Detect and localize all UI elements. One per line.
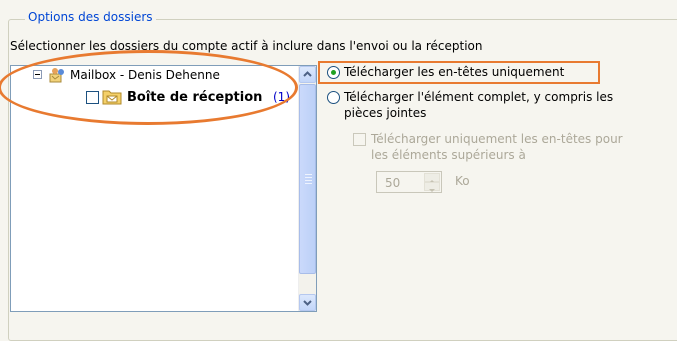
grip-line — [305, 177, 312, 178]
radio-full-item[interactable] — [327, 91, 340, 104]
scroll-down-button[interactable] — [299, 294, 316, 311]
radio-headers-only[interactable] — [327, 66, 340, 79]
chevron-down-icon — [303, 300, 312, 306]
scroll-thumb[interactable] — [299, 84, 316, 274]
spinner-down-button[interactable] — [424, 182, 440, 192]
mailbox-icon — [49, 68, 64, 83]
folder-tree[interactable]: Mailbox - Denis Dehenne Boîte de récepti… — [10, 65, 317, 312]
spinner-up-button[interactable] — [424, 173, 440, 183]
tree-item-inbox-label[interactable]: Boîte de réception — [127, 90, 262, 105]
inbox-folder-icon — [102, 90, 122, 105]
radio-full-item-label[interactable]: Télécharger l'élément complet, y compris… — [344, 89, 614, 121]
instruction-text: Sélectionner les dossiers du compte acti… — [10, 39, 483, 53]
headers-for-large-checkbox[interactable] — [353, 133, 366, 146]
grip-line — [305, 183, 312, 184]
radio-headers-only-label[interactable]: Télécharger les en-têtes uniquement — [344, 65, 564, 79]
inbox-checkbox[interactable] — [86, 91, 99, 104]
chevron-up-icon — [303, 71, 312, 77]
caret-down-icon — [429, 189, 435, 192]
collapse-toggle-icon[interactable] — [33, 70, 42, 79]
unread-count: (1) — [273, 90, 290, 104]
grip-line — [305, 174, 312, 175]
tree-item-mailbox-label[interactable]: Mailbox - Denis Dehenne — [70, 68, 220, 82]
group-title: Options des dossiers — [25, 10, 156, 24]
spinner-buttons — [424, 173, 440, 192]
size-value[interactable]: 50 — [385, 176, 400, 190]
size-unit: Ko — [455, 174, 470, 188]
headers-for-large-label: Télécharger uniquement les en-têtes pour… — [371, 132, 623, 162]
grip-line — [305, 180, 312, 181]
vertical-scrollbar[interactable] — [298, 66, 316, 311]
tree-content: Mailbox - Denis Dehenne Boîte de récepti… — [11, 66, 297, 311]
size-spinner[interactable]: 50 — [376, 171, 442, 193]
scroll-up-button[interactable] — [299, 66, 316, 83]
